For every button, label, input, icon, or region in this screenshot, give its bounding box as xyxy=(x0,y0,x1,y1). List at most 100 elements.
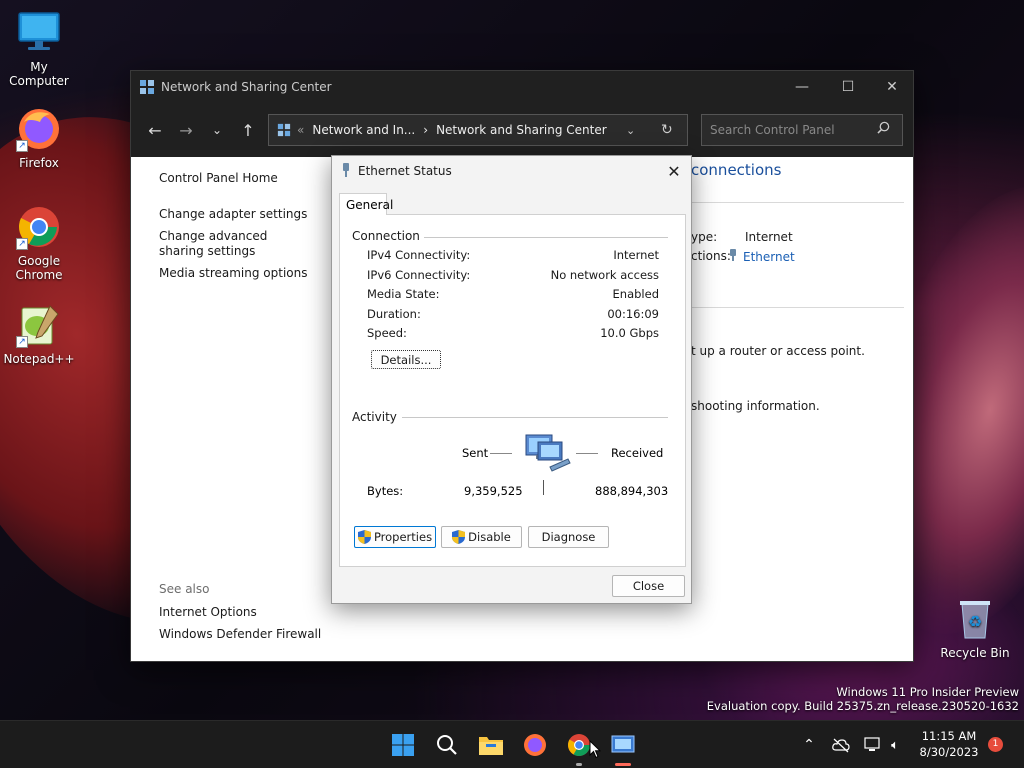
breadcrumb-network-sharing-center[interactable]: Network and Sharing Center xyxy=(436,123,607,137)
taskbar-control-panel[interactable] xyxy=(607,729,639,766)
windows-logo-icon xyxy=(392,734,414,756)
firefox-icon xyxy=(524,734,546,756)
taskbar-search-button[interactable] xyxy=(431,729,463,761)
search-icon xyxy=(437,735,457,755)
row-key: IPv4 Connectivity: xyxy=(367,248,471,262)
firefox-icon: ↗ xyxy=(16,106,62,152)
media-streaming-options-link[interactable]: Media streaming options xyxy=(159,266,329,281)
ipv6-connectivity-row: IPv6 Connectivity: No network access xyxy=(367,268,659,282)
desktop-icon-label: Firefox xyxy=(19,156,59,170)
dialog-title: Ethernet Status xyxy=(358,164,452,178)
mouse-cursor-icon xyxy=(589,740,601,759)
back-button[interactable]: ← xyxy=(141,116,169,144)
windows-evaluation-watermark: Windows 11 Pro Insider Preview Evaluatio… xyxy=(707,685,1019,713)
desktop-icon-google-chrome[interactable]: ↗ Google Chrome xyxy=(1,204,77,282)
general-tab-panel: Connection IPv4 Connectivity: Internet I… xyxy=(339,214,686,567)
network-tray-icon[interactable] xyxy=(825,729,857,761)
control-panel-icon xyxy=(611,735,635,753)
recycle-bin-icon: ♻ xyxy=(952,596,998,642)
properties-button[interactable]: Properties xyxy=(354,526,436,548)
desktop-icon-label: Google Chrome xyxy=(15,254,63,282)
breadcrumb-network-internet[interactable]: Network and In... xyxy=(312,123,415,137)
taskbar-file-explorer[interactable] xyxy=(475,729,507,761)
close-window-button[interactable]: ✕ xyxy=(869,71,915,103)
desktop-icon-my-computer[interactable]: My Computer xyxy=(1,10,77,88)
row-value: Internet xyxy=(613,248,659,262)
ethernet-plug-icon xyxy=(729,249,739,264)
see-also-section: See also Internet Options Windows Defend… xyxy=(159,582,321,649)
uac-shield-icon xyxy=(357,530,371,544)
desktop-icon-firefox[interactable]: ↗ Firefox xyxy=(1,106,77,170)
address-dropdown-icon[interactable]: ⌄ xyxy=(626,124,635,137)
desktop-icon-notepad-plus-plus[interactable]: ↗ Notepad++ xyxy=(1,302,77,366)
clock-time: 11:15 AM xyxy=(921,729,977,743)
volume-tray-icon[interactable]: 🔈︎ xyxy=(879,729,911,761)
search-control-panel-input[interactable]: Search Control Panel xyxy=(701,114,903,146)
change-adapter-settings-link[interactable]: Change adapter settings xyxy=(159,207,329,222)
up-button[interactable]: ↑ xyxy=(234,116,262,144)
shortcut-arrow-icon: ↗ xyxy=(16,336,28,348)
access-type-value: Internet xyxy=(745,230,793,244)
search-icon xyxy=(877,121,890,137)
active-networks-heading: connections xyxy=(691,161,782,179)
windows-defender-firewall-link[interactable]: Windows Defender Firewall xyxy=(159,627,321,641)
address-bar[interactable]: « Network and In... › Network and Sharin… xyxy=(268,114,688,146)
folder-icon xyxy=(479,737,503,755)
taskbar: ⌃ 🔈︎ 11:15 AM 8/30/2023 1 xyxy=(0,720,1024,768)
properties-label: Properties xyxy=(373,530,433,544)
internet-options-link[interactable]: Internet Options xyxy=(159,605,321,619)
connection-group-line xyxy=(410,237,668,238)
desktop-icon-recycle-bin[interactable]: ♻ Recycle Bin xyxy=(937,596,1013,660)
uac-shield-icon xyxy=(452,530,466,544)
left-navigation-pane: Control Panel Home Change adapter settin… xyxy=(159,171,329,288)
address-overflow[interactable]: « xyxy=(297,123,304,137)
ipv4-connectivity-row: IPv4 Connectivity: Internet xyxy=(367,248,659,262)
row-key: Media State: xyxy=(367,287,440,301)
control-panel-home-link[interactable]: Control Panel Home xyxy=(159,171,329,186)
sent-label: Sent xyxy=(462,446,489,460)
refresh-icon[interactable]: ↻ xyxy=(661,122,673,138)
diagnose-button[interactable]: Diagnose xyxy=(528,526,609,548)
row-value: No network access xyxy=(550,268,659,282)
speed-row: Speed: 10.0 Gbps xyxy=(367,326,659,340)
clock[interactable]: 11:15 AM 8/30/2023 xyxy=(914,729,984,759)
window-titlebar[interactable]: Network and Sharing Center — ☐ ✕ xyxy=(131,71,913,103)
dialog-titlebar[interactable]: Ethernet Status ✕ xyxy=(332,156,691,186)
details-button[interactable]: Details... xyxy=(371,350,441,369)
svg-text:♻: ♻ xyxy=(968,612,982,631)
received-bytes-value: 888,894,303 xyxy=(595,484,669,498)
tab-general[interactable]: General xyxy=(339,193,393,215)
minimize-button[interactable]: — xyxy=(779,71,825,103)
dialog-close-icon[interactable]: ✕ xyxy=(665,162,683,181)
divider xyxy=(691,307,904,308)
change-advanced-sharing-link[interactable]: Change advanced sharing settings xyxy=(159,229,309,259)
disable-button[interactable]: Disable xyxy=(441,526,522,548)
ethernet-connection-link[interactable]: Ethernet xyxy=(729,249,795,264)
running-indicator xyxy=(576,763,582,766)
see-also-header: See also xyxy=(159,582,210,596)
sent-line xyxy=(490,453,512,454)
network-center-icon xyxy=(140,80,154,94)
monitor-icon xyxy=(16,10,62,56)
shortcut-arrow-icon: ↗ xyxy=(16,140,28,152)
show-hidden-icons-button[interactable]: ⌃ xyxy=(793,729,825,761)
search-placeholder: Search Control Panel xyxy=(710,123,835,137)
row-value: 00:16:09 xyxy=(607,307,659,321)
maximize-button[interactable]: ☐ xyxy=(825,71,871,103)
recent-locations-button[interactable]: ⌄ xyxy=(203,116,231,144)
network-computers-icon xyxy=(524,433,572,482)
taskbar-firefox[interactable] xyxy=(519,729,551,761)
navigation-bar: ← → ⌄ ↑ « Network and In... › Network an… xyxy=(131,103,913,157)
forward-button[interactable]: → xyxy=(172,116,200,144)
bytes-label: Bytes: xyxy=(367,484,404,498)
dialog-close-button[interactable]: Close xyxy=(612,575,685,597)
notepad-plus-plus-icon: ↗ xyxy=(16,302,62,348)
start-button[interactable] xyxy=(387,729,419,761)
control-panel-icon xyxy=(277,123,291,137)
received-line xyxy=(576,453,598,454)
notification-badge[interactable]: 1 xyxy=(988,737,1003,752)
connections-label: ctions: xyxy=(691,249,731,263)
active-window-indicator xyxy=(615,763,631,766)
watermark-line: Evaluation copy. Build 25375.zn_release.… xyxy=(706,699,1019,713)
desktop-icon-label: Recycle Bin xyxy=(940,646,1010,660)
